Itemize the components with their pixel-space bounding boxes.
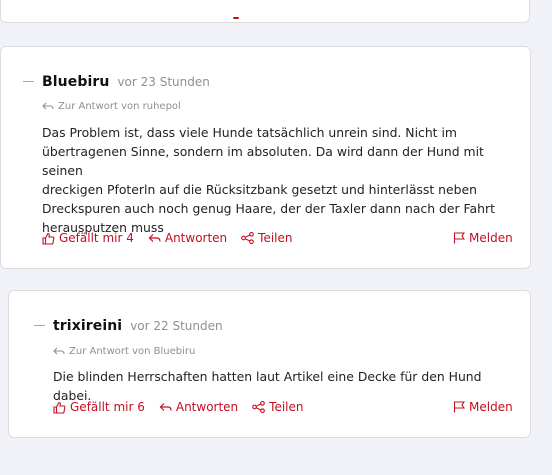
- comment-text-line: Dreckspuren auch noch genug Haare, der d…: [42, 201, 495, 216]
- reply-arrow-icon: [53, 347, 65, 355]
- reply-reference-label: Zur Antwort von ruhepol: [58, 101, 181, 112]
- reply-arrow-icon: [148, 233, 161, 242]
- like-label: Gefällt mir 6: [70, 400, 145, 414]
- thumbs-up-icon: [42, 232, 55, 245]
- comment-time: vor 23 Stunden: [117, 75, 210, 89]
- share-button[interactable]: Teilen: [252, 400, 304, 414]
- comment-author[interactable]: trixireini: [53, 318, 122, 334]
- reply-arrow-icon: [159, 402, 172, 411]
- share-button[interactable]: Teilen: [241, 231, 293, 245]
- comment-time: vor 22 Stunden: [130, 319, 223, 333]
- reply-label: Antworten: [175, 400, 239, 414]
- comment-header: trixireini vor 22 Stunden: [34, 318, 223, 334]
- reply-label: Antworten: [164, 231, 228, 245]
- reply-reference[interactable]: Zur Antwort von ruhepol: [42, 101, 181, 112]
- comment-text: Das Problem ist, dass viele Hunde tatsäc…: [42, 123, 522, 237]
- comment-card: Bluebiru vor 23 Stunden Zur Antwort von …: [0, 46, 531, 269]
- reply-reference-label: Zur Antwort von Bluebiru: [69, 346, 196, 357]
- comment-actions: Gefällt mir 6 Antworten Teilen: [53, 400, 318, 414]
- flag-icon: [453, 401, 465, 413]
- like-button[interactable]: Gefällt mir 4: [42, 231, 134, 245]
- share-icon: [252, 401, 266, 413]
- comment-author[interactable]: Bluebiru: [42, 74, 109, 90]
- share-label: Teilen: [269, 400, 304, 414]
- reply-button[interactable]: Antworten: [159, 400, 238, 414]
- thread-dash: [23, 81, 34, 82]
- comment-text-line: übertragenen Sinne, sondern im absoluten…: [42, 144, 484, 178]
- share-label: Teilen: [258, 231, 293, 245]
- accent-mark: [233, 17, 239, 19]
- previous-comment-card: [0, 0, 530, 23]
- reply-arrow-icon: [42, 102, 54, 110]
- report-label: Melden: [469, 400, 513, 414]
- thread-dash: [34, 325, 45, 326]
- like-label: Gefällt mir 4: [59, 231, 134, 245]
- report-button[interactable]: Melden: [453, 231, 513, 245]
- thumbs-up-icon: [53, 401, 66, 414]
- reply-button[interactable]: Antworten: [148, 231, 227, 245]
- comment-header: Bluebiru vor 23 Stunden: [23, 74, 210, 90]
- report-button[interactable]: Melden: [453, 400, 513, 414]
- comment-text-line: dreckigen Pfoterln auf die Rücksitzbank …: [42, 182, 477, 197]
- like-button[interactable]: Gefällt mir 6: [53, 400, 145, 414]
- comment-text-line: Das Problem ist, dass viele Hunde tatsäc…: [42, 125, 457, 140]
- report-label: Melden: [469, 231, 513, 245]
- reply-reference[interactable]: Zur Antwort von Bluebiru: [53, 346, 195, 357]
- comment-actions: Gefällt mir 4 Antworten Teilen: [42, 231, 307, 245]
- flag-icon: [453, 232, 465, 244]
- comment-card: trixireini vor 22 Stunden Zur Antwort vo…: [8, 290, 531, 438]
- share-icon: [241, 232, 255, 244]
